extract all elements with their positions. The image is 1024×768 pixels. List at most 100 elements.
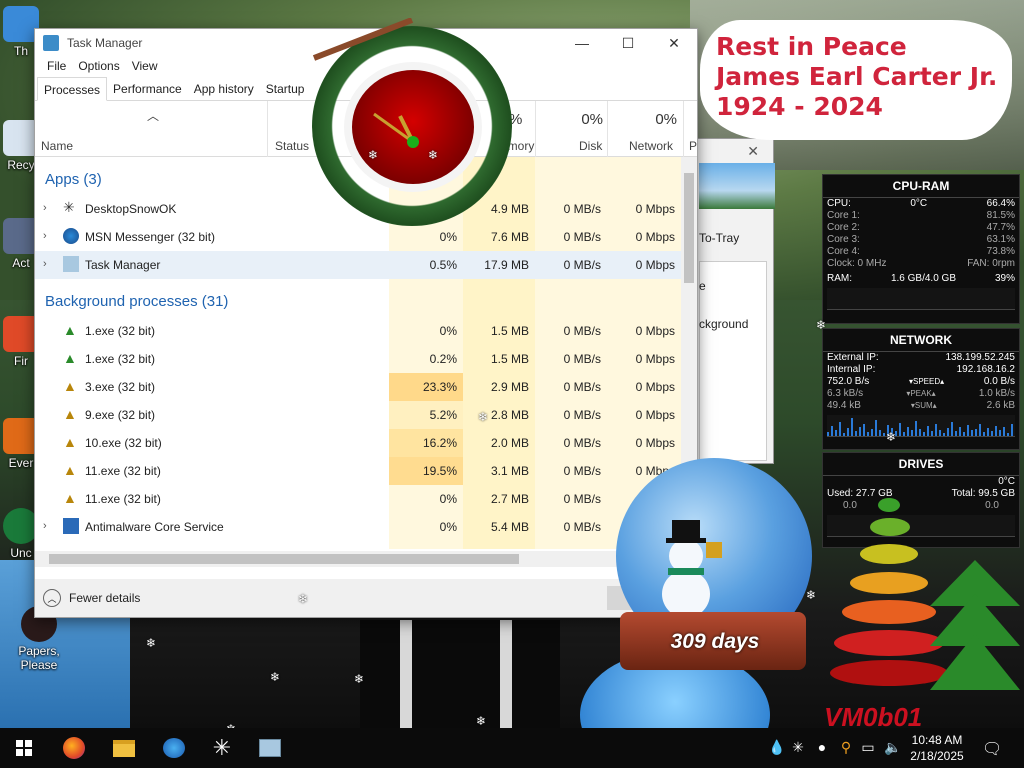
- process-cpu: 0.2%: [429, 352, 457, 366]
- volume-icon[interactable]: 🔈: [884, 739, 901, 757]
- desktop-icon-label: Recy: [7, 158, 35, 172]
- fewer-details-button[interactable]: Fewer details: [69, 591, 140, 605]
- process-name: Task Manager: [85, 258, 161, 272]
- gadget-title: NETWORK: [823, 329, 1019, 352]
- network-graph-bar: [963, 432, 965, 436]
- disk-usage-header: 0%: [581, 111, 603, 128]
- fan-speed: FAN: 0rpm: [967, 258, 1015, 269]
- process-name: 3.exe (32 bit): [85, 380, 156, 394]
- close-icon[interactable]: ✕: [747, 143, 759, 160]
- taskbar-msn-messenger[interactable]: [150, 728, 198, 768]
- menu-file[interactable]: File: [41, 57, 72, 77]
- tree-icon: ▲: [63, 406, 77, 422]
- speed-up: 0.0 B/s: [983, 376, 1015, 387]
- christmas-tree: [930, 560, 1020, 700]
- ram-label: RAM:: [827, 273, 852, 284]
- clock-hands-icon: [312, 18, 415, 144]
- windows-logo-icon: [16, 740, 32, 756]
- column-network[interactable]: Network: [629, 139, 673, 153]
- table-row[interactable]: › MSN Messenger (32 bit) 0% 7.6 MB 0 MB/…: [35, 223, 683, 251]
- process-name: 9.exe (32 bit): [85, 408, 156, 422]
- secondary-window[interactable]: ✕ To-Tray e ckground: [690, 138, 775, 464]
- network-graph-bar: [967, 425, 969, 436]
- menu-view[interactable]: View: [126, 57, 164, 77]
- chevron-up-icon[interactable]: ︿: [43, 589, 61, 607]
- maximize-button[interactable]: ☐: [605, 29, 651, 57]
- core-percent: 81.5%: [986, 210, 1015, 221]
- table-row[interactable]: ▲ 9.exe (32 bit) 5.2% 2.8 MB 0 MB/s 0 Mb…: [35, 401, 683, 429]
- horizontal-scrollbar[interactable]: [35, 551, 683, 567]
- tab-processes[interactable]: Processes: [37, 77, 108, 101]
- core-percent: 47.7%: [986, 222, 1015, 233]
- start-button[interactable]: [0, 728, 48, 768]
- network-usage-header: 0%: [655, 111, 677, 128]
- network-graph-bar: [843, 433, 845, 436]
- desktop-icon-label: Papers, Please: [18, 644, 60, 672]
- chevron-right-icon[interactable]: ›: [43, 520, 47, 532]
- system-clock[interactable]: 10:48 AM 2/18/2025: [906, 732, 968, 764]
- scrollbar-thumb[interactable]: [49, 554, 519, 564]
- peak-up: 1.0 kB/s: [978, 388, 1015, 399]
- snow-globe-gadget[interactable]: 309 days: [612, 458, 816, 672]
- chevron-right-icon[interactable]: ›: [43, 202, 47, 214]
- process-network: 0 Mbps: [635, 230, 675, 244]
- process-network: 0 Mbps: [635, 202, 675, 216]
- drive-total: Total: 99.5 GB: [951, 488, 1015, 499]
- table-row[interactable]: ▲ 10.exe (32 bit) 16.2% 2.0 MB 0 MB/s 0 …: [35, 429, 683, 457]
- column-power[interactable]: P: [689, 139, 697, 153]
- sort-chevron-up-icon[interactable]: ︿: [147, 107, 159, 124]
- table-row-selected[interactable]: › Task Manager 0.5% 17.9 MB 0 MB/s 0 Mbp…: [35, 251, 683, 279]
- tab-startup[interactable]: Startup: [260, 77, 311, 100]
- tab-app-history[interactable]: App history: [188, 77, 260, 100]
- cpu-ram-gadget[interactable]: CPU-RAM CPU: 0°C 66.4% Core 1: 81.5% Core…: [822, 174, 1020, 324]
- scrollbar-thumb[interactable]: [684, 173, 694, 283]
- notification-icon[interactable]: 🗨: [982, 739, 1002, 758]
- process-memory: 2.9 MB: [490, 380, 529, 394]
- messenger-tray-icon[interactable]: ●: [814, 739, 830, 757]
- table-row[interactable]: ▲ 11.exe (32 bit) 19.5% 3.1 MB 0 MB/s 0 …: [35, 457, 683, 485]
- network-icon[interactable]: ▭: [860, 739, 876, 757]
- close-button[interactable]: ✕: [651, 29, 697, 57]
- group-apps[interactable]: Apps (3): [45, 171, 102, 188]
- taskbar-firefox[interactable]: [50, 728, 98, 768]
- column-name[interactable]: Name: [41, 139, 73, 153]
- table-row[interactable]: ▲ 1.exe (32 bit) 0% 1.5 MB 0 MB/s 0 Mbps: [35, 317, 683, 345]
- process-disk: 0 MB/s: [563, 258, 601, 272]
- minimize-button[interactable]: —: [559, 29, 605, 57]
- tree-icon: ▲: [63, 350, 77, 366]
- internal-ip-value: 192.168.16.2: [956, 364, 1015, 375]
- christmas-clock-gadget[interactable]: [312, 18, 522, 226]
- chevron-right-icon[interactable]: ›: [43, 230, 47, 242]
- core-row: Core 3: 63.1%: [823, 234, 1019, 246]
- snowflake-decoration: ❄: [816, 318, 827, 332]
- table-row[interactable]: ▲ 1.exe (32 bit) 0.2% 1.5 MB 0 MB/s 0 Mb…: [35, 345, 683, 373]
- taskbar-task-manager[interactable]: [246, 728, 294, 768]
- clock-row: Clock: 0 MHz FAN: 0rpm: [823, 258, 1019, 270]
- table-row[interactable]: ▲ 11.exe (32 bit) 0% 2.7 MB 0 MB/s 0: [35, 485, 683, 513]
- to-tray-button[interactable]: To-Tray: [699, 231, 739, 245]
- cpu-row: CPU: 0°C 66.4%: [823, 198, 1019, 210]
- water-drop-icon[interactable]: 💧: [768, 739, 785, 757]
- table-row[interactable]: › Antimalware Core Service 0% 5.4 MB 0 M…: [35, 513, 683, 541]
- taskbar-file-explorer[interactable]: [100, 728, 148, 768]
- group-background-processes[interactable]: Background processes (31): [45, 293, 228, 310]
- network-graph-bar: [855, 431, 857, 436]
- tree-icon: ▲: [63, 434, 77, 450]
- menu-options[interactable]: Options: [72, 57, 125, 77]
- snowflake-decoration: ❄: [476, 714, 487, 728]
- search-tray-icon[interactable]: ⚲: [838, 739, 854, 757]
- network-graph-bar: [907, 427, 909, 436]
- column-status[interactable]: Status: [275, 139, 309, 153]
- table-row[interactable]: ▲ 3.exe (32 bit) 23.3% 2.9 MB 0 MB/s 0 M…: [35, 373, 683, 401]
- network-graph-bar: [1007, 433, 1009, 436]
- snowflake-decoration: ❄: [368, 148, 379, 162]
- snowflake-tray-icon[interactable]: ✳: [790, 739, 806, 757]
- speed-down: 752.0 B/s: [827, 376, 870, 387]
- tab-performance[interactable]: Performance: [107, 77, 188, 100]
- peak-down: 6.3 kB/s: [827, 388, 864, 399]
- cpu-label: CPU:: [827, 198, 851, 209]
- taskbar-desktopsnowok[interactable]: ✳: [198, 728, 246, 768]
- column-disk[interactable]: Disk: [579, 139, 602, 153]
- network-gadget[interactable]: NETWORK External IP: 138.199.52.245 Inter…: [822, 328, 1020, 450]
- chevron-right-icon[interactable]: ›: [43, 258, 47, 270]
